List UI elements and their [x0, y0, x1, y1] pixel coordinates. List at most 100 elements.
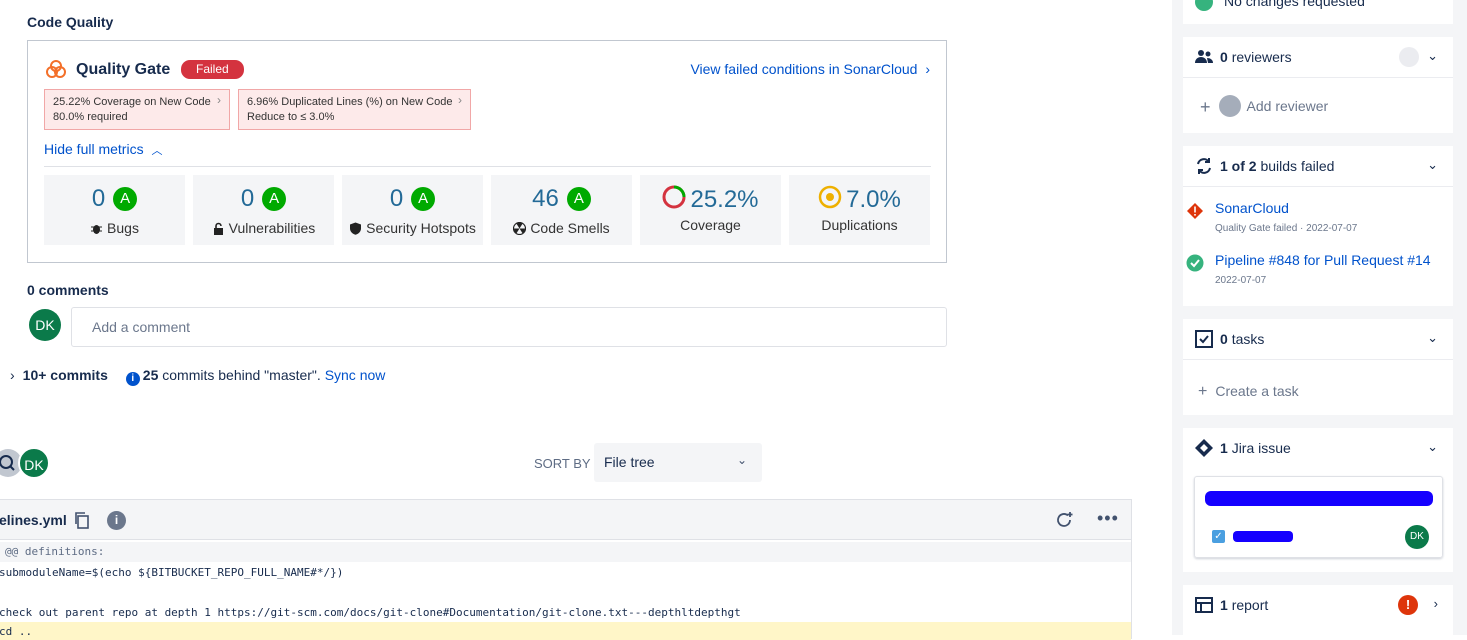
info-icon[interactable]: i [107, 511, 126, 530]
sync-now-link[interactable]: Sync now [325, 367, 386, 383]
condition-text: 6.96% Duplicated Lines (%) on New Code [247, 96, 453, 108]
build-meta: Quality Gate failed · 2022-07-07 [1215, 223, 1358, 234]
comments-count: 0 comments [27, 282, 109, 298]
metric-label: Duplications [821, 217, 898, 233]
sonarcloud-logo-icon [46, 60, 66, 78]
metric-vulnerabilities[interactable]: 0A Vulnerabilities [193, 175, 334, 245]
metric-value: 0 [91, 185, 106, 212]
refresh-icon [1197, 158, 1211, 174]
hide-full-metrics-toggle[interactable]: Hide full metrics ︿ [44, 141, 162, 158]
lock-icon [213, 222, 223, 235]
report-label: report [1231, 597, 1269, 613]
code-quality-heading: Code Quality [27, 14, 114, 30]
copy-icon[interactable] [73, 511, 91, 529]
tasks-count: 0 [1220, 331, 1228, 347]
info-icon: i [125, 372, 140, 386]
reviewers-card: 0 reviewers ⌄ + Add reviewer [1183, 37, 1453, 133]
condition-requirement: 80.0% required [53, 111, 128, 123]
alert-icon: ! [1398, 595, 1418, 615]
bug-icon [91, 225, 103, 234]
approval-status: No changes requested [1224, 0, 1365, 9]
divider [1183, 359, 1453, 360]
jira-issue-card[interactable]: ✓ DK [1194, 476, 1443, 558]
grade-badge: A [262, 187, 287, 211]
metric-bugs[interactable]: 0A Bugs [44, 175, 185, 245]
checkbox-icon [1195, 330, 1213, 348]
build-name-link[interactable]: SonarCloud [1215, 200, 1289, 216]
radiation-icon [513, 222, 527, 235]
tasks-card: 0 tasks ⌄ + Create a task [1183, 319, 1453, 415]
chevron-right-icon: › [1433, 596, 1438, 611]
file-name[interactable]: elines.yml [0, 512, 67, 528]
commits-count-toggle[interactable]: 10+ commits [23, 367, 108, 383]
reviewer-status-icon [1399, 47, 1419, 67]
metric-duplications[interactable]: 7.0% Duplications [789, 175, 930, 245]
build-name-link[interactable]: Pipeline #848 for Pull Request #14 [1215, 252, 1431, 268]
diff-line-highlighted: cd .. [0, 622, 1131, 640]
reviewers-label: reviewers [1231, 49, 1292, 65]
quality-gate-title: Quality Gate [76, 61, 171, 78]
divider [1183, 77, 1453, 78]
avatar: DK [1405, 525, 1429, 549]
jira-header[interactable]: 1 Jira issue ⌄ [1183, 428, 1453, 468]
metric-coverage[interactable]: 25.2% Coverage [640, 175, 781, 245]
chevron-down-icon: ⌄ [1427, 439, 1438, 454]
condition-requirement: Reduce to ≤ 3.0% [247, 111, 335, 123]
more-icon[interactable]: ••• [1097, 508, 1119, 529]
metric-label: Vulnerabilities [228, 220, 316, 236]
plus-icon: + [1200, 97, 1211, 117]
failed-condition-coverage[interactable]: 25.22% Coverage on New Code 80.0% requir… [44, 89, 230, 130]
metric-value: 0 [389, 185, 404, 212]
shield-icon [350, 222, 362, 235]
build-meta: 2022-07-07 [1215, 275, 1267, 286]
code-quality-panel: Quality Gate Failed View failed conditio… [27, 40, 947, 263]
people-icon [1195, 50, 1213, 63]
commits-summary: › 10+ commits i 25 commits behind "master"… [10, 367, 385, 386]
reviewers-header[interactable]: 0 reviewers ⌄ [1183, 37, 1453, 77]
avatar[interactable]: DK [18, 447, 50, 479]
divider [44, 166, 931, 167]
metric-value: 7.0% [846, 186, 901, 213]
reports-header[interactable]: 1 report ! › [1183, 585, 1453, 625]
add-comment-input[interactable]: Add a comment [71, 307, 947, 347]
failed-condition-duplication[interactable]: 6.96% Duplicated Lines (%) on New Code R… [238, 89, 471, 130]
issue-type-checkbox-icon: ✓ [1212, 530, 1225, 543]
metric-label: Bugs [107, 220, 139, 236]
redacted-issue-title [1205, 491, 1433, 506]
diff-line: check out parent repo at depth 1 https:/… [0, 606, 741, 619]
add-comment-refresh-icon[interactable] [1054, 510, 1074, 530]
chevron-right-icon[interactable]: › [10, 367, 15, 383]
success-check-icon [1186, 254, 1204, 272]
chevron-down-icon: ⌄ [1427, 48, 1438, 63]
builds-label: builds failed [1260, 158, 1335, 174]
quality-gate-status-badge: Failed [181, 60, 244, 79]
report-table-icon [1195, 597, 1213, 613]
report-count: 1 [1220, 597, 1228, 613]
add-reviewer-button[interactable]: + Add reviewer [1200, 95, 1328, 118]
diff-line: submoduleName=$(echo ${BITBUCKET_REPO_FU… [0, 566, 344, 579]
tasks-label: tasks [1231, 331, 1265, 347]
metric-security-hotspots[interactable]: 0A Security Hotspots [342, 175, 483, 245]
chevron-up-icon: ︿ [151, 145, 163, 157]
avatar-placeholder-icon [1218, 95, 1241, 117]
jira-card: 1 Jira issue ⌄ ✓ DK [1183, 428, 1453, 572]
builds-header[interactable]: 1 of 2 builds failed ⌄ [1183, 146, 1453, 186]
chevron-right-icon: › [458, 93, 462, 107]
tasks-header[interactable]: 0 tasks ⌄ [1183, 319, 1453, 359]
sort-by-label: SORT BY [534, 456, 591, 471]
sort-by-select[interactable]: File tree ⌄ [594, 443, 762, 482]
chevron-down-icon: ⌄ [736, 453, 747, 467]
metric-code-smells[interactable]: 46 A Code Smells [491, 175, 632, 245]
duplications-donut-icon [818, 185, 842, 209]
grade-badge: A [411, 187, 436, 211]
divider [1183, 186, 1453, 187]
right-sidebar: No changes requested 0 reviewers ⌄ + Add … [1172, 0, 1467, 635]
reports-card: 1 report ! › [1183, 585, 1453, 635]
metric-label: Coverage [680, 217, 741, 233]
chevron-down-icon: ⌄ [1427, 330, 1438, 345]
diff-file-header: elines.yml i ••• [0, 500, 1131, 540]
reviewers-count: 0 [1220, 49, 1228, 65]
view-failed-conditions-link[interactable]: View failed conditions in SonarCloud › [690, 61, 930, 77]
create-task-button[interactable]: + Create a task [1198, 383, 1299, 401]
grade-badge: A [566, 187, 591, 211]
